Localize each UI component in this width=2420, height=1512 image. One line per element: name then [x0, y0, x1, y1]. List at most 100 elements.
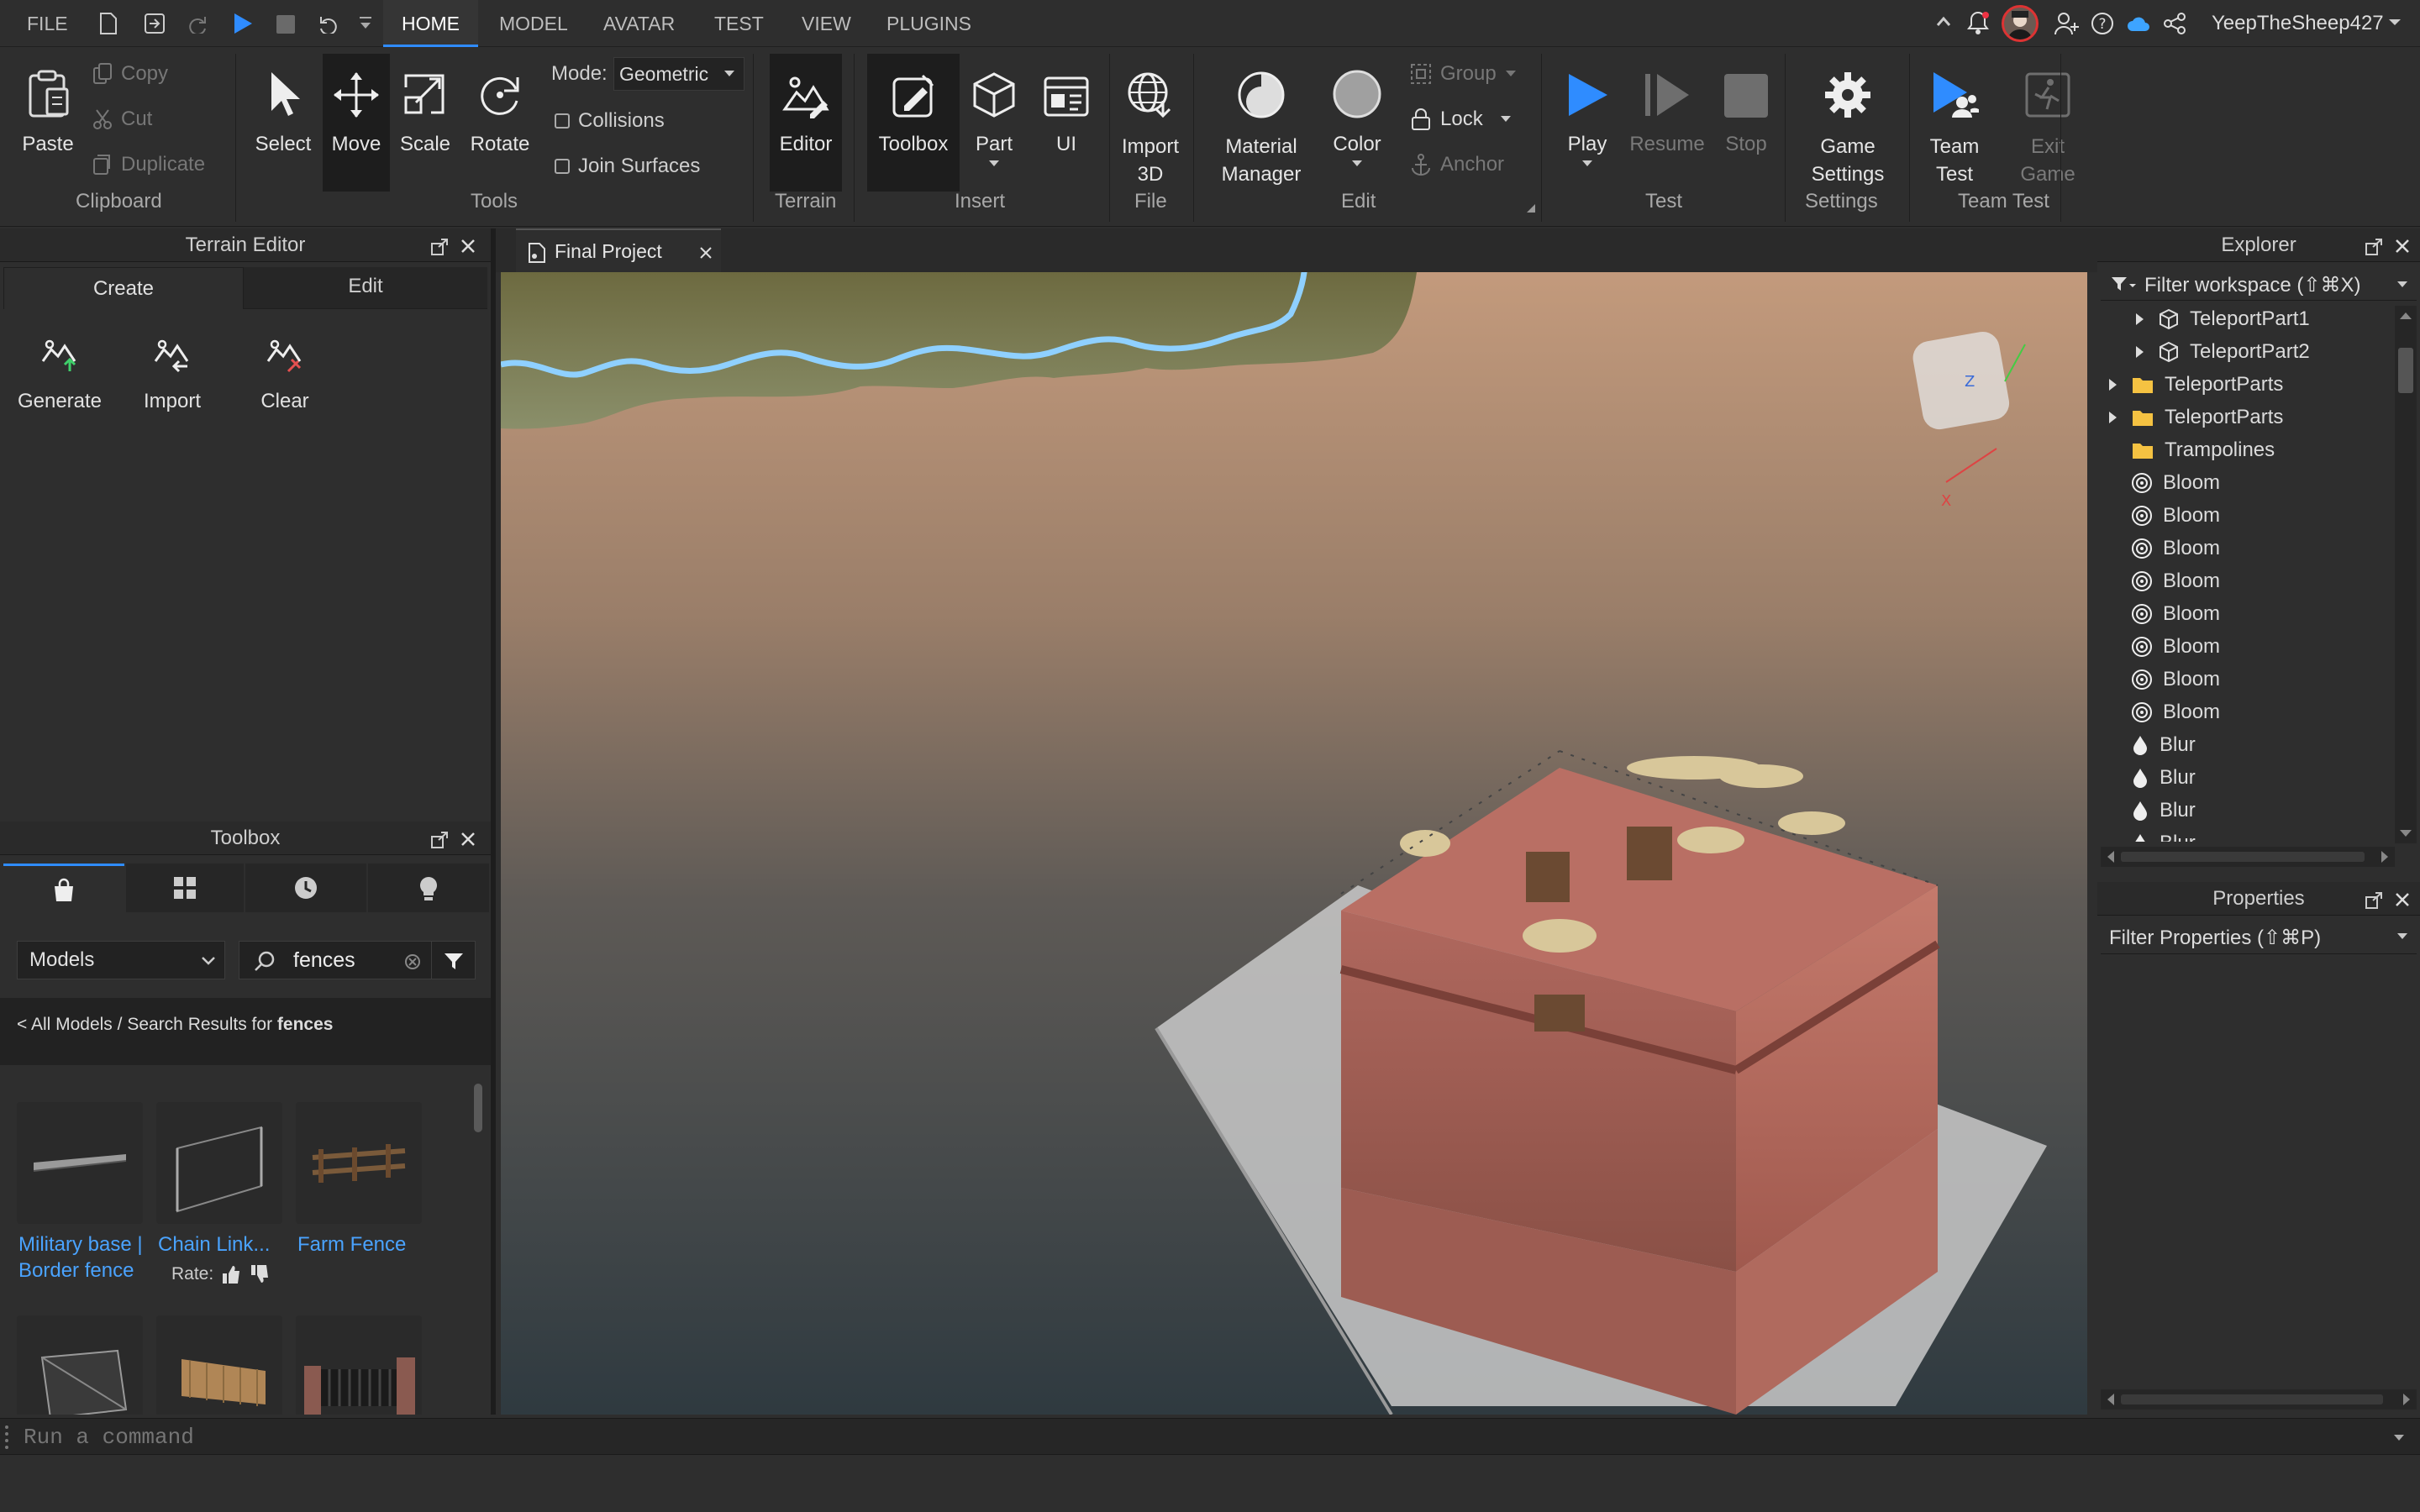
- explorer-item[interactable]: Bloom: [2107, 599, 2220, 629]
- undock-icon[interactable]: [2365, 892, 2383, 909]
- close-icon[interactable]: [460, 239, 476, 254]
- collapse-ribbon-icon[interactable]: [1936, 15, 1951, 27]
- undo-icon[interactable]: [318, 13, 341, 34]
- explorer-item[interactable]: Bloom: [2107, 664, 2220, 695]
- expand-arrow-icon[interactable]: [2107, 378, 2121, 391]
- fence-thumbnail[interactable]: [17, 1102, 143, 1224]
- thumbs-down-icon[interactable]: [249, 1263, 271, 1285]
- stop-quick-icon[interactable]: [276, 14, 296, 34]
- tab-recent[interactable]: [245, 864, 366, 912]
- generate-tool[interactable]: Generate: [13, 338, 106, 413]
- play-button[interactable]: Play: [1553, 60, 1622, 168]
- tab-create[interactable]: Create: [3, 267, 244, 309]
- explorer-filter[interactable]: Filter workspace (⇧⌘X): [2101, 269, 2417, 301]
- viewport-3d[interactable]: Z X: [501, 272, 2087, 1415]
- material-manager-button[interactable]: Material Manager: [1210, 60, 1313, 188]
- fence-thumbnail[interactable]: [296, 1315, 422, 1415]
- collisions-checkbox[interactable]: Collisions: [555, 109, 665, 133]
- explorer-item[interactable]: Blur: [2107, 828, 2196, 842]
- close-icon[interactable]: [460, 832, 476, 847]
- expand-arrow-icon[interactable]: [2134, 312, 2148, 326]
- redo-icon[interactable]: [187, 13, 208, 34]
- username-label[interactable]: YeepTheSheep427: [2212, 0, 2384, 47]
- rotate-tool-button[interactable]: Rotate: [462, 60, 538, 156]
- help-icon[interactable]: ?: [2091, 12, 2114, 35]
- close-icon[interactable]: [2395, 239, 2410, 254]
- terrain-editor-button[interactable]: Editor: [770, 54, 842, 192]
- lock-button[interactable]: Lock: [1410, 108, 1512, 131]
- explorer-item[interactable]: Bloom: [2107, 632, 2220, 662]
- explorer-item[interactable]: TeleportPart2: [2134, 337, 2310, 367]
- breadcrumb-back-link[interactable]: < All Models: [17, 1015, 113, 1034]
- quick-access-dropdown-icon[interactable]: [358, 15, 373, 32]
- select-tool-button[interactable]: Select: [247, 60, 319, 156]
- team-test-button[interactable]: Team Test: [1916, 60, 1993, 188]
- paste-button[interactable]: Paste: [10, 60, 86, 156]
- publish-icon[interactable]: [143, 12, 166, 35]
- tab-avatar[interactable]: AVATAR: [603, 0, 675, 47]
- file-menu[interactable]: FILE: [27, 0, 68, 47]
- explorer-item[interactable]: Blur: [2107, 795, 2196, 826]
- ui-button[interactable]: UI: [1035, 60, 1097, 156]
- explorer-item[interactable]: TeleportPart1: [2134, 304, 2310, 334]
- cut-button[interactable]: Cut: [92, 108, 152, 131]
- explorer-item[interactable]: Trampolines: [2107, 435, 2275, 465]
- explorer-vscrollbar[interactable]: [2395, 306, 2417, 843]
- group-button[interactable]: Group: [1410, 62, 1517, 86]
- mode-dropdown[interactable]: Geometric: [613, 57, 744, 91]
- explorer-item[interactable]: Bloom: [2107, 501, 2220, 531]
- user-dropdown-icon[interactable]: [2388, 18, 2402, 27]
- duplicate-button[interactable]: Duplicate: [92, 153, 205, 176]
- search-input[interactable]: [293, 945, 419, 975]
- item-chain-link[interactable]: Chain Link...: [158, 1231, 270, 1257]
- add-friend-icon[interactable]: [2054, 11, 2081, 36]
- grip-handle[interactable]: [5, 1425, 8, 1449]
- undock-icon[interactable]: [430, 239, 449, 255]
- clear-tool[interactable]: Clear: [239, 338, 331, 413]
- tab-plugins[interactable]: PLUGINS: [886, 0, 971, 47]
- expand-arrow-icon[interactable]: [2107, 411, 2121, 424]
- play-quick-icon[interactable]: [232, 12, 254, 35]
- cloud-icon[interactable]: [2126, 14, 2151, 33]
- scale-tool-button[interactable]: Scale: [392, 60, 459, 156]
- tab-marketplace[interactable]: [3, 864, 124, 912]
- resume-button[interactable]: Resume: [1625, 60, 1709, 156]
- chevron-down-icon[interactable]: [2393, 1434, 2405, 1442]
- explorer-item[interactable]: Bloom: [2107, 566, 2220, 596]
- fence-thumbnail[interactable]: [17, 1315, 143, 1415]
- explorer-item[interactable]: Blur: [2107, 763, 2196, 793]
- part-button[interactable]: Part: [965, 60, 1023, 168]
- tab-view[interactable]: VIEW: [802, 0, 851, 47]
- tab-inventory[interactable]: [126, 864, 244, 912]
- close-icon[interactable]: [2395, 892, 2410, 907]
- explorer-item[interactable]: Blur: [2107, 730, 2196, 760]
- avatar[interactable]: [2002, 5, 2039, 42]
- item-military-fence[interactable]: Military base | Border fence: [18, 1231, 143, 1284]
- color-button[interactable]: Color: [1319, 60, 1395, 168]
- splitter[interactable]: [491, 228, 496, 1415]
- stop-button[interactable]: Stop: [1711, 60, 1781, 156]
- join-surfaces-checkbox[interactable]: Join Surfaces: [555, 155, 700, 178]
- item-farm-fence[interactable]: Farm Fence: [297, 1231, 406, 1257]
- toolbox-button[interactable]: Toolbox: [867, 54, 960, 192]
- new-file-icon[interactable]: [99, 12, 118, 35]
- explorer-item[interactable]: Bloom: [2107, 533, 2220, 564]
- explorer-hscrollbar[interactable]: [2101, 847, 2395, 867]
- edit-expand-icon[interactable]: [1526, 203, 1536, 213]
- game-settings-button[interactable]: Game Settings: [1795, 60, 1901, 188]
- copy-button[interactable]: Copy: [92, 62, 168, 86]
- thumbs-up-icon[interactable]: [220, 1263, 242, 1285]
- explorer-item[interactable]: TeleportParts: [2107, 370, 2283, 400]
- tab-home[interactable]: HOME: [383, 0, 478, 47]
- move-tool-button[interactable]: Move: [323, 54, 390, 192]
- expand-arrow-icon[interactable]: [2134, 345, 2148, 359]
- share-icon[interactable]: [2163, 12, 2186, 35]
- tab-test[interactable]: TEST: [714, 0, 764, 47]
- category-dropdown[interactable]: Models: [17, 941, 225, 979]
- anchor-button[interactable]: Anchor: [1410, 153, 1504, 176]
- tab-creations[interactable]: [368, 864, 489, 912]
- toolbox-scrollbar[interactable]: [474, 1084, 482, 1132]
- exit-game-button[interactable]: Exit Game: [2010, 60, 2086, 188]
- fence-thumbnail[interactable]: [156, 1315, 282, 1415]
- command-input[interactable]: [24, 1422, 2360, 1452]
